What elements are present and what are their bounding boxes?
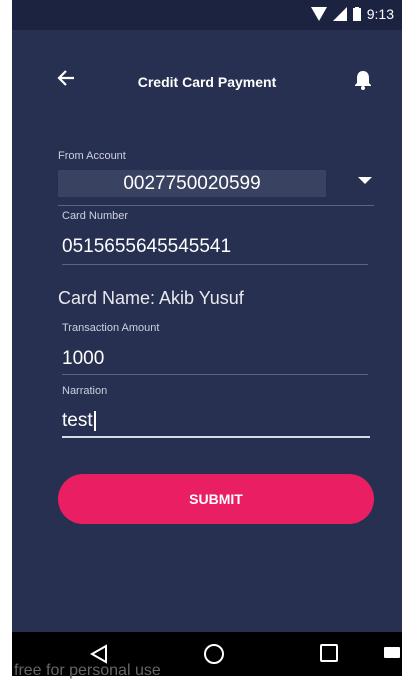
notification-bell-icon[interactable] bbox=[354, 70, 372, 90]
text-cursor bbox=[93, 410, 96, 431]
status-time: 9:13 bbox=[366, 6, 394, 22]
battery-icon bbox=[352, 7, 361, 21]
narration-field[interactable]: test bbox=[62, 410, 96, 432]
transaction-amount-underline bbox=[62, 374, 368, 375]
signal-icon bbox=[332, 7, 347, 21]
from-account-underline bbox=[58, 205, 374, 206]
narration-value: test bbox=[62, 410, 93, 431]
status-icons: 9:13 bbox=[310, 6, 394, 22]
card-name-text: Card Name: Akib Yusuf bbox=[58, 288, 244, 308]
transaction-amount-field[interactable]: 1000 bbox=[62, 348, 104, 370]
page-title: Credit Card Payment bbox=[137, 74, 277, 90]
keyboard-icon[interactable] bbox=[384, 647, 400, 658]
from-account-label: From Account bbox=[58, 150, 126, 162]
app-bar: Credit Card Payment bbox=[12, 30, 402, 130]
submit-button[interactable]: SUBMIT bbox=[58, 474, 374, 524]
watermark-text: free for personal use bbox=[14, 662, 161, 679]
nav-recents-icon[interactable] bbox=[320, 644, 338, 662]
card-number-field[interactable]: 0515655645545541 bbox=[62, 236, 231, 258]
dropdown-arrow-icon[interactable] bbox=[358, 177, 372, 184]
app-screen: 9:13 Credit Card Payment From Account 00… bbox=[12, 0, 402, 676]
narration-underline bbox=[62, 436, 370, 438]
narration-label: Narration bbox=[62, 385, 108, 397]
nav-home-icon[interactable] bbox=[204, 644, 224, 664]
transaction-amount-label: Transaction Amount bbox=[62, 322, 160, 334]
status-bar: 9:13 bbox=[12, 0, 402, 30]
from-account-select[interactable]: 0027750020599 bbox=[58, 170, 326, 197]
wifi-icon bbox=[310, 7, 327, 21]
nav-back-icon[interactable] bbox=[90, 644, 108, 664]
card-number-label: Card Number bbox=[62, 210, 129, 222]
card-number-underline bbox=[62, 264, 368, 265]
